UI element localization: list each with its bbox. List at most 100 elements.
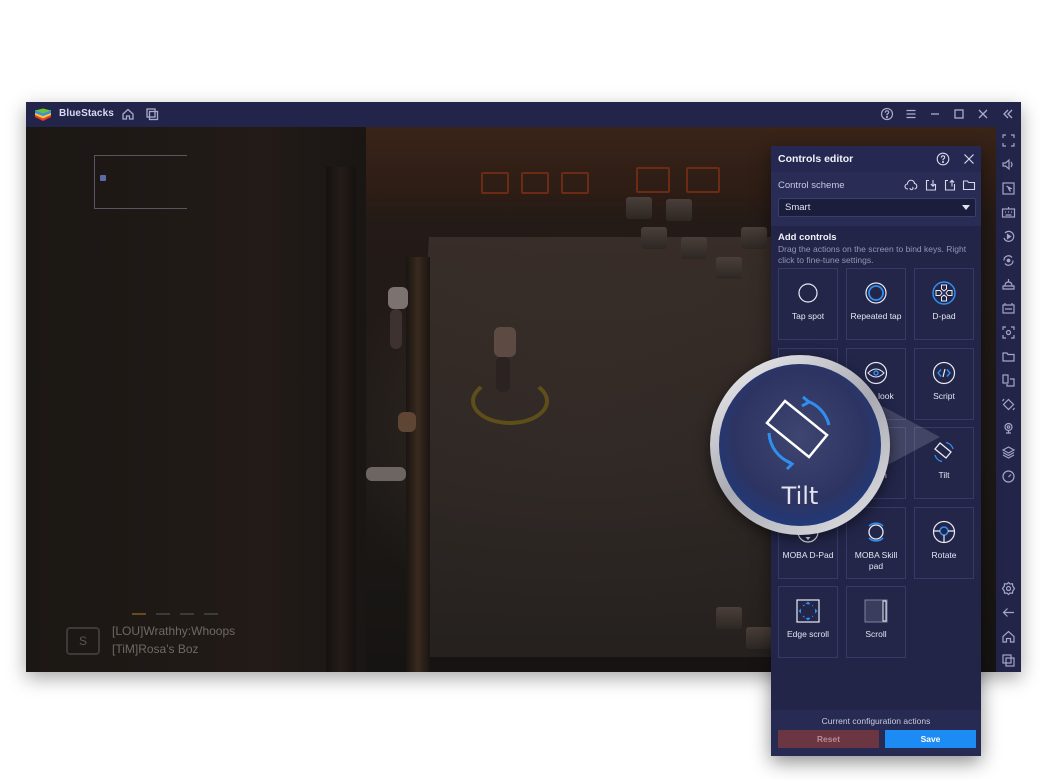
menu-icon[interactable] [904,107,918,121]
game-prop [636,167,670,193]
tile-label: Repeated tap [850,311,902,321]
reset-button[interactable]: Reset [778,730,879,748]
minimap [94,155,187,209]
tile-edge-scroll[interactable]: Edge scroll [778,586,838,658]
player-target-ring [471,377,549,425]
bluestacks-logo-icon [35,108,51,121]
game-wall-left [26,127,366,672]
game-prop [521,172,549,194]
game-barrel [716,257,742,279]
chat-line: [LOU]Wrathhy:Whoops [112,624,236,638]
tile-label: MOBA D-Pad [782,550,834,560]
android-home-icon[interactable] [1001,629,1016,644]
repeated-tap-icon [864,281,888,305]
control-scheme-label: Control scheme [778,180,845,191]
tilt-icon [765,395,831,471]
game-prop [686,167,720,193]
layers-icon[interactable] [1001,445,1016,460]
location-icon[interactable] [1001,421,1016,436]
save-button[interactable]: Save [885,730,976,748]
page-indicator [132,613,218,615]
game-barrel [741,227,767,249]
help-icon[interactable] [936,152,950,166]
app-title: BlueStacks [59,108,114,119]
folder-icon[interactable] [1001,349,1016,364]
volume-icon[interactable] [1001,157,1016,172]
import-icon[interactable] [924,178,938,192]
fullscreen-icon[interactable] [1001,133,1016,148]
right-sidebar [996,127,1021,672]
scroll-icon [864,599,888,623]
panel-footer: Current configuration actions Reset Save [771,710,981,756]
control-scheme-select[interactable]: Smart [778,198,976,217]
tile-label: Rotate [931,550,957,560]
apk-icon[interactable] [1001,301,1016,316]
collapse-sidebar-icon[interactable] [1001,107,1015,121]
close-icon[interactable] [962,152,976,166]
magnifier-label: Tilt [781,482,819,510]
caret-down-icon [962,205,970,210]
add-controls-description: Drag the actions on the screen to bind k… [778,244,967,265]
export-icon[interactable] [943,178,957,192]
tile-label: MOBA Skill pad [854,550,898,571]
tilt-magnifier-callout: Tilt [710,355,890,535]
game-prop [561,172,589,194]
game-prop [481,172,509,194]
tile-rotate[interactable]: Rotate [914,507,974,579]
tile-tap-spot[interactable]: Tap spot [778,268,838,340]
install-apk-icon[interactable] [1001,277,1016,292]
dpad-icon [932,281,956,305]
maximize-icon[interactable] [952,107,966,121]
tile-moba-skill-pad[interactable]: MOBA Skill pad [846,507,906,579]
chat-line: [TiM]Rosa's Boz [112,642,199,656]
tile-scroll[interactable]: Scroll [846,586,906,658]
tile-label: Tilt [938,470,950,480]
panel-title: Controls editor [778,153,854,165]
magnifier-lens: Tilt [719,364,881,526]
game-barrel [641,227,667,249]
control-scheme-section: Control scheme Smart [771,172,981,226]
multi-instance-icon[interactable] [145,107,159,121]
eco-mode-icon[interactable] [1001,469,1016,484]
folder-icon[interactable] [962,178,976,192]
back-icon[interactable] [1001,605,1016,620]
script-icon [932,361,956,385]
rotate-icon [932,520,956,544]
tile-label: Scroll [865,629,887,639]
recent-apps-icon[interactable] [1001,653,1016,668]
multi-instance-sync-icon[interactable] [1001,373,1016,388]
pointer-icon[interactable] [1001,181,1016,196]
settings-icon[interactable] [1001,581,1016,596]
chat-log: [LOU]Wrathhy:Whoops [TiM]Rosa's Boz [112,622,235,658]
game-barrel [666,199,692,221]
screenshot-icon[interactable] [1001,325,1016,340]
game-character [366,467,406,481]
game-rail [406,257,430,672]
edge-scroll-icon [796,599,820,623]
rotate-icon[interactable] [1001,397,1016,412]
game-character [398,412,416,432]
tile-label: Tap spot [791,311,825,321]
title-bar: BlueStacks [26,102,1021,127]
close-icon[interactable] [976,107,990,121]
home-icon[interactable] [121,107,135,121]
cloud-sync-icon[interactable] [904,178,918,192]
game-character [390,309,402,349]
sync-icon[interactable] [1001,253,1016,268]
keyboard-icon[interactable] [1001,205,1016,220]
tile-dpad[interactable]: D-pad [914,268,974,340]
current-configuration-label: Current configuration actions [821,716,931,726]
game-character [388,287,408,309]
game-barrel [626,197,652,219]
tile-label: Edge scroll [786,629,830,639]
chat-icon[interactable]: S [66,627,100,655]
tile-repeated-tap[interactable]: Repeated tap [846,268,906,340]
control-scheme-value: Smart [785,202,811,213]
minimize-icon[interactable] [928,107,942,121]
moba-skill-pad-icon [864,520,888,544]
game-rail [326,167,356,672]
help-icon[interactable] [880,107,894,121]
game-barrel [716,607,742,629]
game-barrel [681,237,707,259]
macro-record-icon[interactable] [1001,229,1016,244]
